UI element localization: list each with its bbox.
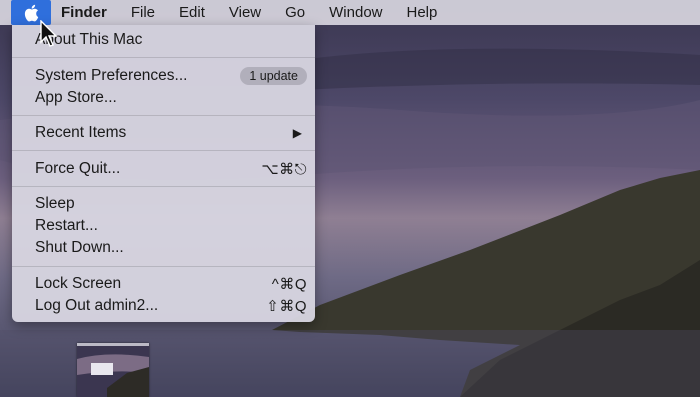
- menu-item-label: Recent Items: [35, 124, 127, 141]
- log-out-shortcut: ⇧⌘Q: [266, 298, 307, 315]
- menubar-window[interactable]: Window: [317, 0, 394, 25]
- lock-screen-shortcut: ^⌘Q: [271, 276, 307, 293]
- mouse-pointer-icon: [40, 20, 58, 47]
- menu-item-label: Lock Screen: [35, 275, 122, 292]
- menu-item-label: App Store...: [35, 89, 117, 106]
- menu-item-shut-down[interactable]: Shut Down...: [12, 237, 315, 259]
- menu-item-force-quit[interactable]: Force Quit... ⌥⌘⎋: [12, 158, 315, 180]
- menubar-app-finder[interactable]: Finder: [51, 0, 119, 25]
- menu-item-restart[interactable]: Restart...: [12, 215, 315, 237]
- menubar-help[interactable]: Help: [395, 0, 450, 25]
- menu-separator: [12, 186, 315, 187]
- menubar-view[interactable]: View: [217, 0, 273, 25]
- thumbnail-preview-image: [77, 343, 149, 397]
- menu-bar: Finder File Edit View Go Window Help: [0, 0, 700, 25]
- menu-item-app-store[interactable]: App Store...: [12, 87, 315, 109]
- menu-item-log-out[interactable]: Log Out admin2... ⇧⌘Q: [12, 295, 315, 317]
- menu-item-sleep[interactable]: Sleep: [12, 193, 315, 215]
- menubar-file[interactable]: File: [119, 0, 167, 25]
- menu-separator: [12, 150, 315, 151]
- menu-item-label: Log Out admin2...: [35, 297, 159, 314]
- update-badge: 1 update: [240, 67, 307, 85]
- menu-separator: [12, 266, 315, 267]
- thumbnail-window: [91, 363, 113, 375]
- menu-item-label: Restart...: [35, 217, 98, 234]
- menu-item-label: Force Quit...: [35, 160, 121, 177]
- menu-separator: [12, 57, 315, 58]
- menu-item-system-preferences[interactable]: System Preferences... 1 update: [12, 65, 315, 87]
- menu-item-label: Shut Down...: [35, 239, 124, 256]
- menu-item-lock-screen[interactable]: Lock Screen ^⌘Q: [12, 273, 315, 295]
- screenshot-thumbnail[interactable]: [77, 343, 149, 397]
- chevron-right-icon: ▶: [292, 126, 302, 140]
- menu-item-label: System Preferences...: [35, 67, 188, 84]
- apple-logo-icon: [24, 4, 39, 22]
- menu-item-recent-items[interactable]: Recent Items ▶: [12, 122, 315, 144]
- menu-separator: [12, 115, 315, 116]
- menu-item-label: Sleep: [35, 195, 75, 212]
- force-quit-shortcut: ⌥⌘⎋: [261, 161, 307, 178]
- menubar-edit[interactable]: Edit: [167, 0, 217, 25]
- apple-menu-dropdown: About This Mac System Preferences... 1 u…: [12, 25, 315, 322]
- menubar-go[interactable]: Go: [273, 0, 317, 25]
